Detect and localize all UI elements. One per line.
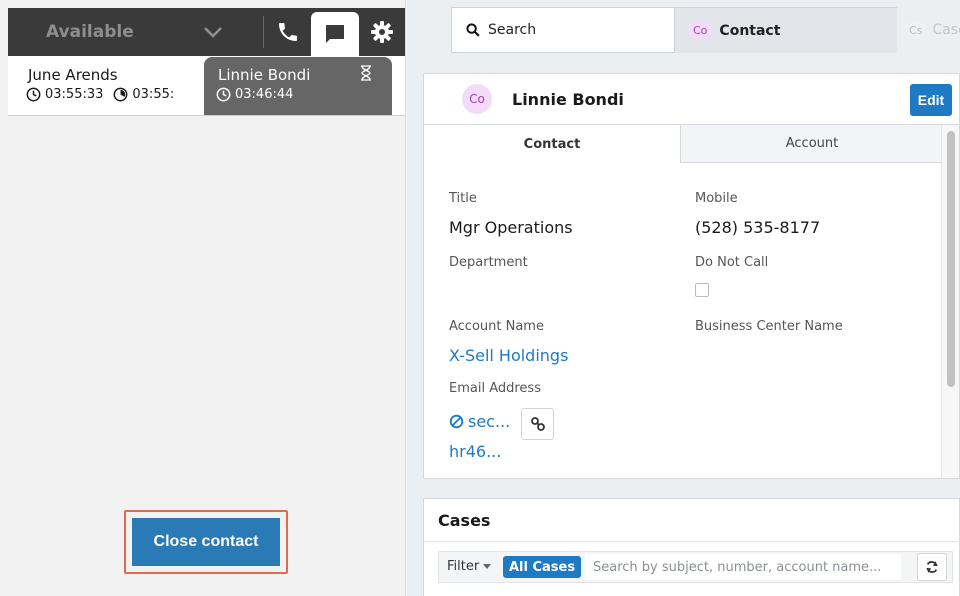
contact-tab-linnie-bondi[interactable]: Linnie Bondi 03:46:44 <box>204 57 392 115</box>
contact-name: Linnie Bondi <box>218 66 311 84</box>
do-not-call-label: Do Not Call <box>695 255 769 270</box>
tab-contact-label: Contact <box>719 22 781 39</box>
record-name: Linnie Bondi <box>512 90 624 109</box>
opt-out-icon <box>449 414 464 429</box>
edit-button[interactable]: Edit <box>910 84 952 116</box>
divider <box>424 541 960 542</box>
contact-record-card: Co Linnie Bondi Edit Contact Account Tit… <box>423 73 960 479</box>
business-center-label: Business Center Name <box>695 319 843 334</box>
contact-control-panel: Available June Arends 03:55:33 03:55: Li… <box>0 0 406 596</box>
record-header: Co Linnie Bondi Edit <box>424 74 960 125</box>
title-value: Mgr Operations <box>449 218 573 237</box>
tab-cases[interactable]: Cs Case <box>897 7 960 53</box>
scrollbar[interactable] <box>941 125 959 478</box>
hourglass-icon <box>361 65 371 81</box>
settings-button[interactable] <box>364 14 400 50</box>
account-name-label: Account Name <box>449 319 544 334</box>
contact-state-duration: 03:55: <box>132 87 175 102</box>
all-cases-filter-pill[interactable]: All Cases <box>503 556 582 578</box>
link-icon <box>530 417 545 431</box>
email-line-2[interactable]: hr46... <box>449 442 501 461</box>
email-line-1: sec... <box>468 412 511 431</box>
contact-duration: 03:55:33 <box>45 87 104 102</box>
contact-tab-june-arends[interactable]: June Arends 03:55:33 03:55: <box>8 56 204 116</box>
department-label: Department <box>449 255 528 270</box>
contact-module-badge: Co <box>689 22 712 39</box>
crm-panel: Search Co Contact Cs Case Co Linnie Bond… <box>407 0 960 596</box>
contact-name: June Arends <box>28 66 118 84</box>
chat-button[interactable] <box>311 12 359 56</box>
tab-contact[interactable]: Co Contact <box>675 7 897 53</box>
do-not-call-checkbox[interactable] <box>695 283 709 297</box>
ccp-toolbar: Available <box>8 8 405 56</box>
phone-icon <box>279 23 297 41</box>
chat-icon <box>326 25 344 43</box>
cases-dashlet: Cases Filter All Cases <box>423 498 960 596</box>
tab-record-contact[interactable]: Contact <box>424 125 681 163</box>
toolbar-divider <box>263 16 264 48</box>
close-contact-button[interactable]: Close contact <box>132 518 280 566</box>
mobile-value: (528) 535-8177 <box>695 218 821 237</box>
email-address-link[interactable]: sec... <box>449 412 510 431</box>
tab-cases-label: Case <box>932 22 960 38</box>
filter-dropdown[interactable]: Filter <box>447 559 492 574</box>
cases-module-badge: Cs <box>905 21 927 39</box>
refresh-icon <box>926 561 938 573</box>
filter-label: Filter <box>447 559 480 574</box>
clock-icon <box>216 87 231 102</box>
agent-status-label: Available <box>46 22 134 42</box>
clock-icon <box>26 87 41 102</box>
avatar: Co <box>462 84 492 114</box>
contact-timers: 03:46:44 <box>216 87 293 102</box>
close-contact-highlight: Close contact <box>124 510 288 574</box>
mobile-label: Mobile <box>695 191 738 206</box>
contact-duration: 03:46:44 <box>235 87 294 102</box>
cases-filter-bar: Filter All Cases <box>438 551 953 583</box>
gear-icon <box>371 21 393 43</box>
email-address-label: Email Address <box>449 381 541 396</box>
phone-button[interactable] <box>270 14 306 50</box>
cases-title: Cases <box>438 511 491 530</box>
refresh-button[interactable] <box>917 553 947 581</box>
title-label: Title <box>449 191 477 206</box>
search-tab[interactable]: Search <box>451 7 675 53</box>
scrollbar-thumb[interactable] <box>947 131 955 387</box>
contact-timers: 03:55:33 03:55: <box>26 87 174 102</box>
email-options-button[interactable] <box>521 408 554 440</box>
account-name-link[interactable]: X-Sell Holdings <box>449 346 568 365</box>
caret-down-icon <box>483 563 492 569</box>
search-icon <box>466 23 480 37</box>
chevron-down-icon <box>204 27 222 38</box>
stopwatch-icon <box>113 87 128 102</box>
agent-status-dropdown[interactable]: Available <box>8 8 258 56</box>
cases-search-input[interactable] <box>585 554 901 580</box>
contact-tabs: June Arends 03:55:33 03:55: Linnie Bondi <box>8 56 405 116</box>
tab-record-account[interactable]: Account <box>681 125 943 163</box>
search-tab-label: Search <box>488 22 537 38</box>
